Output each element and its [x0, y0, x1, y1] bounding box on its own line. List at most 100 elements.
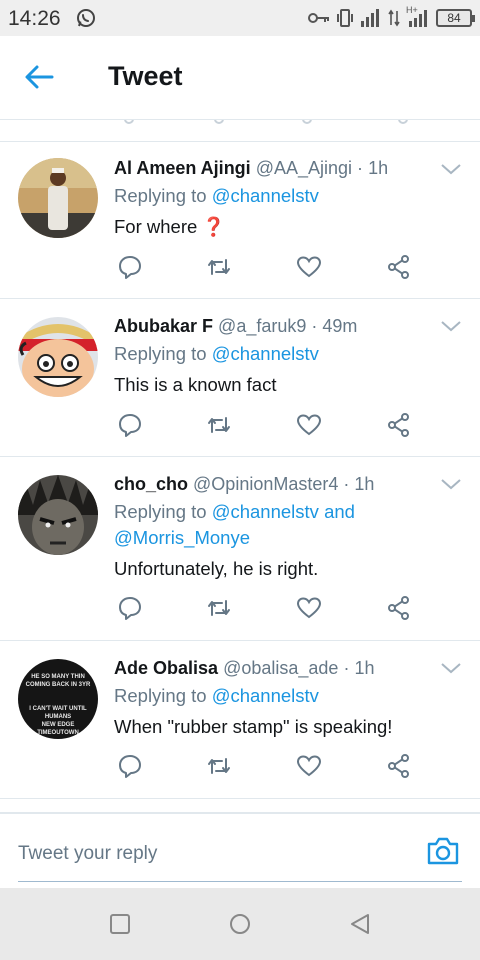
- chevron-down-icon[interactable]: [440, 162, 462, 176]
- share-button[interactable]: [386, 412, 416, 442]
- share-button[interactable]: [386, 753, 416, 783]
- author-name[interactable]: Al Ameen Ajingi: [114, 158, 251, 178]
- reply-icon: [119, 597, 141, 620]
- status-bar: 14:26 H+ 84: [0, 0, 480, 36]
- reply-icon: [119, 414, 141, 437]
- camera-icon: [427, 837, 459, 865]
- share-button[interactable]: [386, 595, 416, 625]
- signal-icon-2: [409, 10, 427, 27]
- status-time: 14:26: [8, 7, 61, 30]
- tweet-text: This is a known fact: [114, 374, 277, 395]
- retweet-icon: [208, 758, 230, 774]
- reply-button[interactable]: [117, 412, 147, 442]
- tweet-time: 49m: [322, 316, 358, 336]
- tweet-header: Abubakar F @a_faruk9 · 49m: [114, 316, 357, 337]
- tweet-header: Al Ameen Ajingi @AA_Ajingi · 1h: [114, 158, 388, 179]
- like-icon: [296, 755, 322, 777]
- system-nav-bar: [0, 888, 480, 960]
- avatar-caption-line: NEW EDGE: [41, 722, 75, 728]
- retweet-button[interactable]: [206, 595, 236, 625]
- author-name[interactable]: Ade Obalisa: [114, 658, 218, 678]
- author-handle[interactable]: @obalisa_ade: [223, 658, 338, 678]
- avatar[interactable]: HE SO MANY THIN COMING BACK IN 3YR I CAN…: [18, 659, 98, 739]
- separator-dot: ·: [343, 474, 350, 494]
- share-icon: [388, 413, 409, 437]
- reply-icon: [119, 256, 141, 279]
- replying-to: Replying to @channelstv: [114, 183, 454, 209]
- whatsapp-icon: [77, 9, 95, 27]
- chevron-down-icon[interactable]: [440, 319, 462, 333]
- reply-input[interactable]: [18, 836, 462, 882]
- battery-level: 84: [447, 11, 461, 25]
- mention-link[interactable]: @Morris_Monye: [114, 527, 250, 548]
- tweet-text: When "rubber stamp" is speaking!: [114, 716, 393, 737]
- tweet-actions: [0, 412, 480, 442]
- reply-composer: [0, 812, 480, 888]
- retweet-button[interactable]: [206, 753, 236, 783]
- avatar[interactable]: [18, 317, 98, 397]
- retweet-button[interactable]: [206, 412, 236, 442]
- home-icon[interactable]: [228, 912, 252, 936]
- tweet-item[interactable]: Abubakar F @a_faruk9 · 49m Replying to @…: [0, 299, 480, 457]
- like-icon: [296, 256, 322, 278]
- separator-dot: ·: [357, 158, 364, 178]
- retweet-button[interactable]: [206, 254, 236, 284]
- like-button[interactable]: [296, 254, 326, 284]
- battery-icon: 84: [436, 9, 475, 27]
- author-handle[interactable]: @OpinionMaster4: [193, 474, 338, 494]
- replying-label: Replying to: [114, 501, 207, 522]
- avatar[interactable]: [18, 475, 98, 555]
- avatar-caption-line: COMING BACK IN 3YR: [25, 682, 91, 688]
- camera-button[interactable]: [426, 836, 460, 866]
- avatar[interactable]: [18, 158, 98, 238]
- tweet-time: 1h: [354, 658, 375, 678]
- vibrate-icon: [337, 9, 353, 27]
- mention-link[interactable]: @channelstv: [212, 185, 319, 206]
- tweet-text: For where ❓: [114, 216, 225, 238]
- recent-apps-icon[interactable]: [108, 912, 132, 936]
- tweet-item[interactable]: Al Ameen Ajingi @AA_Ajingi · 1h Replying…: [0, 142, 480, 299]
- tweet-item[interactable]: HE SO MANY THIN COMING BACK IN 3YR I CAN…: [0, 641, 480, 799]
- tweet-header: cho_cho @OpinionMaster4 · 1h: [114, 474, 374, 495]
- share-button[interactable]: [386, 254, 416, 284]
- avatar-caption: HE SO MANY THIN COMING BACK IN 3YR I CAN…: [18, 673, 98, 737]
- like-button[interactable]: [296, 753, 326, 783]
- chevron-down-icon[interactable]: [440, 477, 462, 491]
- reply-icon: [119, 755, 141, 778]
- signal-icon: [361, 9, 379, 27]
- share-icon: [388, 255, 409, 279]
- status-icons: H+ 84: [308, 5, 475, 28]
- reply-button[interactable]: [117, 254, 147, 284]
- avatar-caption-line: HE SO MANY THIN: [31, 674, 85, 680]
- like-icon: [296, 414, 322, 436]
- author-handle[interactable]: @a_faruk9: [218, 316, 306, 336]
- reply-button[interactable]: [117, 753, 147, 783]
- tweet-header: Ade Obalisa @obalisa_ade · 1h: [114, 658, 374, 679]
- avatar-caption-line: I CAN'T WAIT UNTIL HUMANS: [29, 706, 87, 720]
- author-name[interactable]: Abubakar F: [114, 316, 213, 336]
- tweet-time: 1h: [368, 158, 389, 178]
- tweet-time: 1h: [354, 474, 375, 494]
- share-icon: [388, 596, 409, 620]
- back-nav-icon[interactable]: [348, 912, 372, 936]
- question-emoji: ❓: [202, 216, 226, 237]
- replying-label: Replying to: [114, 343, 207, 364]
- separator-dot: ·: [311, 316, 318, 336]
- back-button[interactable]: [22, 60, 62, 96]
- author-name[interactable]: cho_cho: [114, 474, 188, 494]
- mention-link[interactable]: @channelstv: [212, 343, 319, 364]
- avatar-caption-line: TIMEOUTOWN: [37, 730, 79, 736]
- chevron-down-icon[interactable]: [440, 661, 462, 675]
- mention-link[interactable]: @channelstv: [212, 501, 319, 522]
- tweet-item[interactable]: cho_cho @OpinionMaster4 · 1h Replying to…: [0, 457, 480, 641]
- data-transfer-icon: [388, 9, 400, 27]
- share-icon: [388, 754, 409, 778]
- previous-tweet-partial: [0, 120, 480, 142]
- app-header: Tweet: [0, 36, 480, 120]
- like-button[interactable]: [296, 412, 326, 442]
- mention-link[interactable]: @channelstv: [212, 685, 319, 706]
- like-button[interactable]: [296, 595, 326, 625]
- author-handle[interactable]: @AA_Ajingi: [256, 158, 352, 178]
- page-title: Tweet: [108, 61, 183, 91]
- reply-button[interactable]: [117, 595, 147, 625]
